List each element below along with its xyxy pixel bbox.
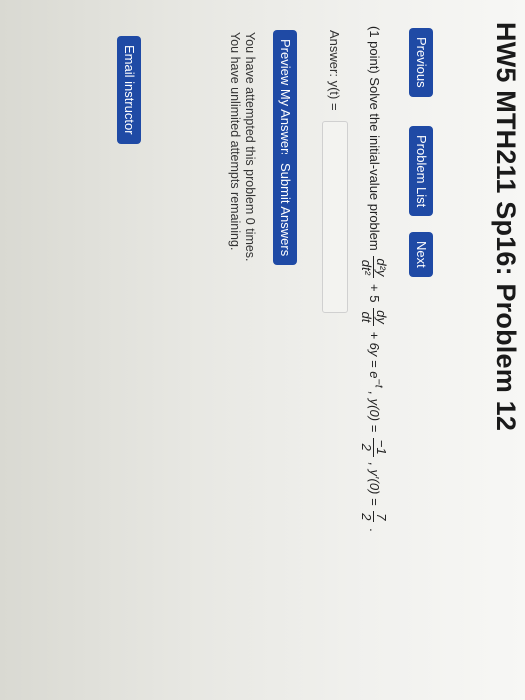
problem-prefix: (1 point) Solve the initial-value proble… [367, 26, 383, 251]
term-rest: + 6y = e [367, 331, 383, 379]
frac-numerator: 7 [373, 511, 389, 523]
frac-numerator: −1 [373, 437, 389, 457]
attempts-line: You have attempted this problem 0 times. [243, 32, 257, 262]
yprime0-fraction: 7 2 [359, 511, 389, 523]
frac-denominator: 2 [359, 443, 374, 451]
problem-statement: (1 point) Solve the initial-value proble… [359, 26, 389, 676]
next-button[interactable]: Next [409, 232, 433, 277]
frac-denominator: dt [359, 311, 374, 323]
statement-end: . [367, 528, 383, 532]
y0-fraction: −1 2 [359, 437, 389, 457]
problem-list-button[interactable]: Problem List [409, 126, 433, 217]
attempts-info: You have attempted this problem 0 times.… [227, 32, 257, 262]
page-title: HW5 MTH211 Sp16: Problem 12 [491, 22, 521, 432]
second-derivative-fraction: d²y dt² [359, 256, 389, 279]
email-instructor-button[interactable]: Email instructor [117, 36, 141, 144]
first-derivative-fraction: dy dt [359, 308, 389, 326]
previous-button[interactable]: Previous [409, 28, 433, 97]
answer-input[interactable] [322, 120, 348, 313]
answer-label: Answer: y(t) = [327, 30, 343, 111]
problem-page: HW5 MTH211 Sp16: Problem 12 Previous Pro… [0, 0, 525, 700]
initial-condition-2: , y′(0) = [367, 462, 383, 506]
frac-numerator: dy [373, 308, 389, 326]
exponent: −t [372, 378, 385, 388]
preview-answers-button[interactable]: Preview My Answers [273, 30, 297, 168]
remaining-line: You have unlimited attempts remaining. [228, 32, 242, 251]
initial-condition-1: , y(0) = [367, 391, 383, 433]
frac-numerator: d²y [373, 256, 389, 279]
term-plus5: + 5 [367, 284, 383, 303]
answer-row: Answer: y(t) = [322, 30, 348, 313]
frac-denominator: 2 [359, 513, 374, 521]
frac-denominator: dt² [359, 259, 374, 275]
submit-answers-button[interactable]: Submit Answers [273, 154, 297, 266]
